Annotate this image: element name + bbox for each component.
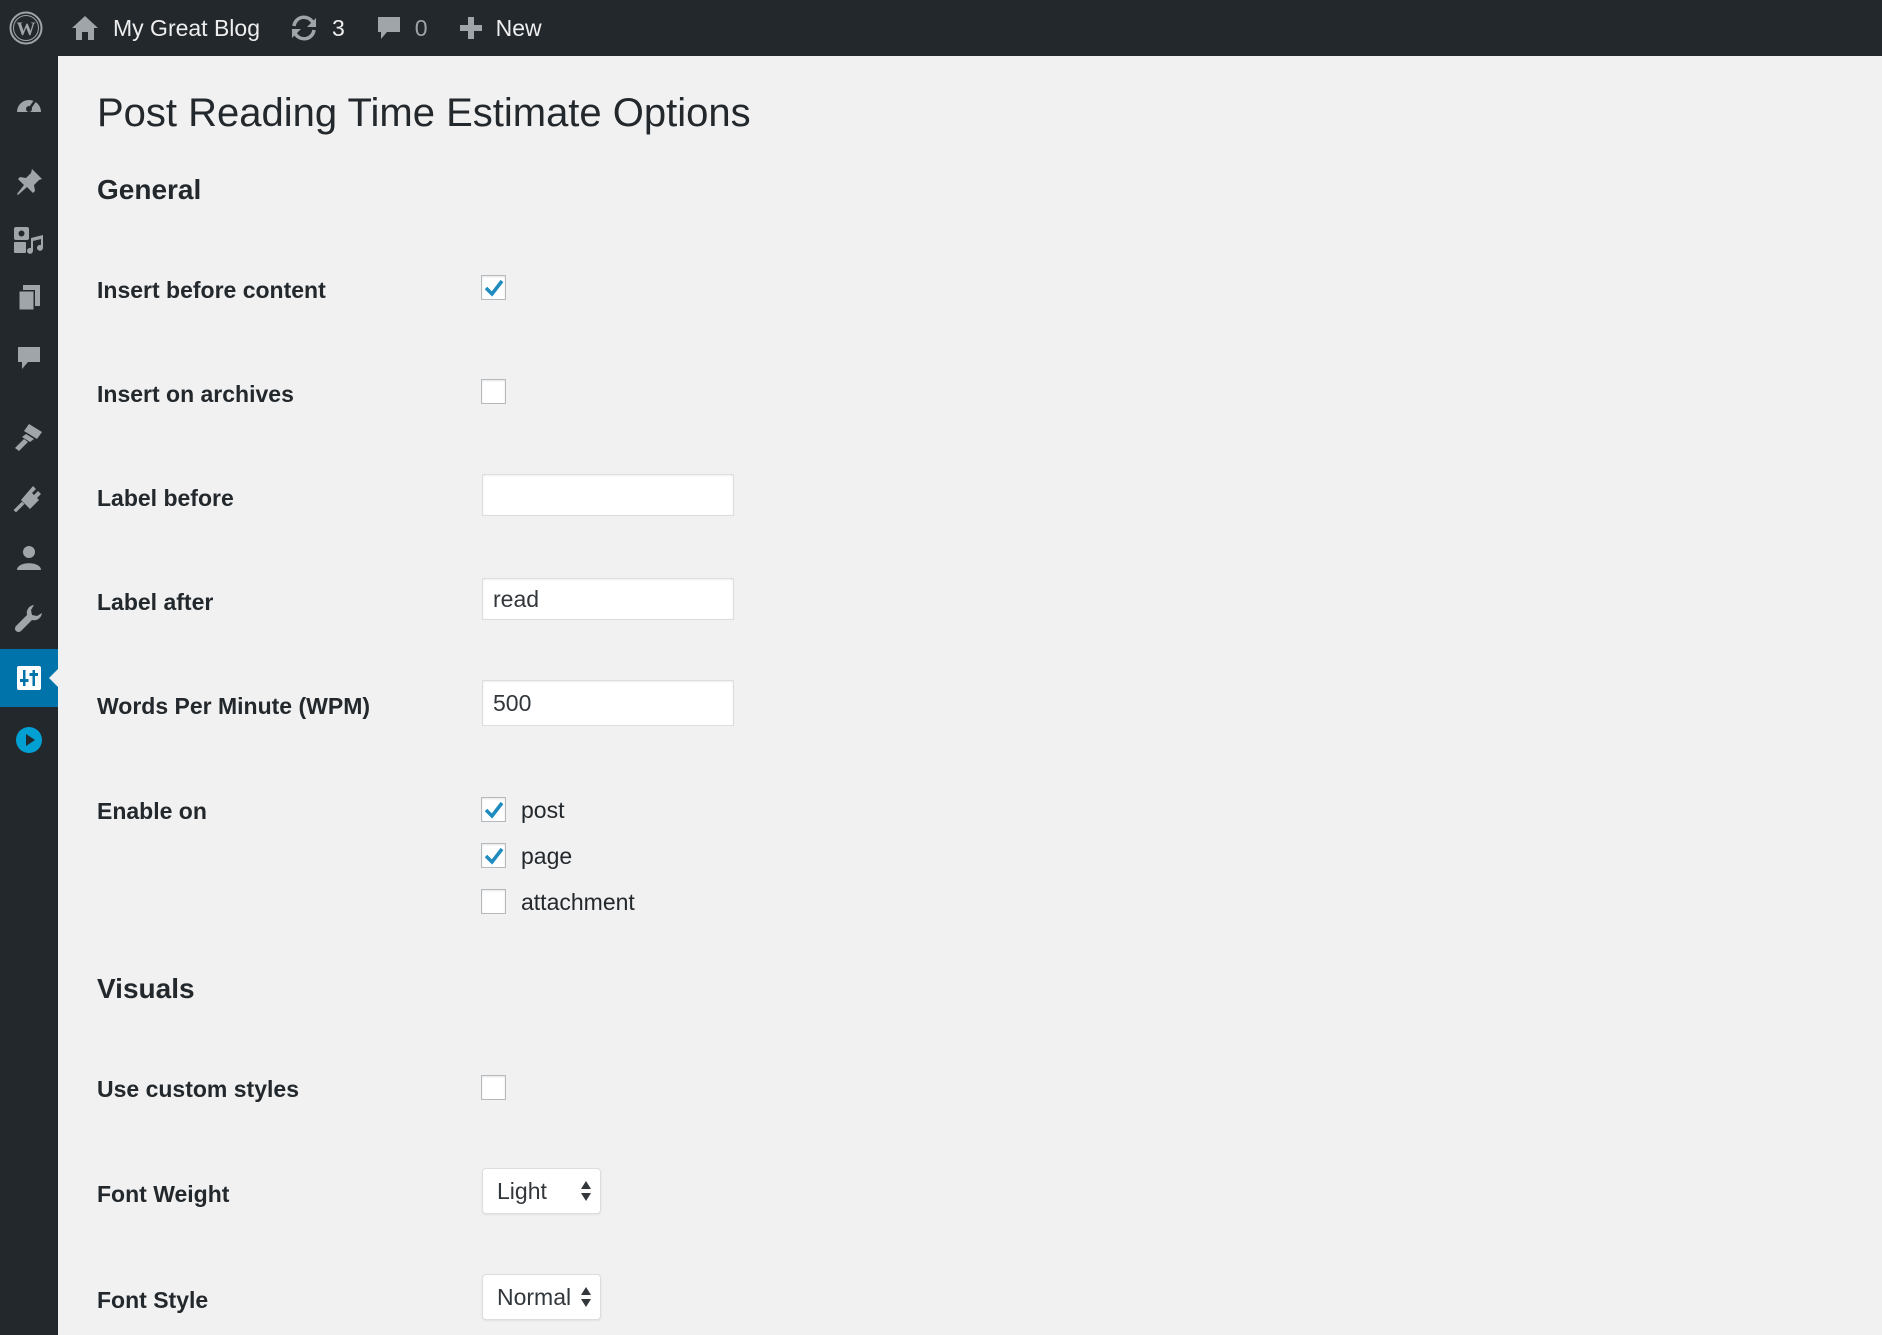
site-name: My Great Blog — [113, 14, 260, 41]
comment-icon — [15, 344, 43, 372]
wordpress-menu[interactable]: W — [0, 0, 52, 56]
font-weight-value: Light — [497, 1177, 547, 1204]
settings-icon — [15, 664, 43, 692]
sidebar-item-tools[interactable] — [0, 589, 58, 647]
comments-link[interactable]: 0 — [375, 0, 428, 56]
admin-sidebar — [0, 56, 58, 1335]
pin-icon — [14, 167, 44, 197]
new-label: New — [495, 14, 542, 41]
pages-icon — [15, 283, 43, 313]
insert-on-archives-checkbox[interactable] — [481, 379, 506, 404]
comments-count: 0 — [414, 14, 428, 41]
font-style-select[interactable]: Normal — [482, 1274, 601, 1320]
play-icon — [14, 725, 44, 755]
label-before-label: Label before — [97, 485, 234, 511]
select-arrows-icon — [580, 1285, 592, 1315]
sidebar-item-users[interactable] — [0, 529, 58, 587]
checkmark-icon — [484, 279, 503, 297]
select-arrows-icon — [580, 1179, 592, 1209]
font-weight-select[interactable]: Light — [482, 1168, 601, 1214]
wpm-input[interactable] — [482, 680, 734, 726]
label-before-input[interactable] — [482, 474, 734, 516]
wrench-icon — [13, 602, 45, 634]
sidebar-item-appearance[interactable] — [0, 408, 58, 466]
font-style-value: Normal — [497, 1283, 572, 1310]
enable-on-label: Enable on — [97, 798, 207, 824]
comments-icon — [375, 14, 403, 42]
sidebar-item-settings[interactable] — [0, 649, 58, 707]
updates-icon — [288, 14, 320, 42]
sidebar-item-comments[interactable] — [0, 329, 58, 387]
user-icon — [14, 543, 44, 573]
section-title-general: General — [97, 174, 202, 205]
wordpress-logo-icon: W — [9, 11, 43, 45]
media-icon — [12, 224, 46, 256]
svg-text:W: W — [17, 19, 36, 40]
updates-count: 3 — [332, 14, 345, 41]
enable-on-post-checkbox[interactable] — [481, 797, 506, 822]
wpm-label: Words Per Minute (WPM) — [97, 693, 371, 719]
admin-bar: W My Great Blog 3 0 New — [0, 0, 1882, 56]
new-content-link[interactable]: New — [458, 0, 542, 56]
updates-link[interactable]: 3 — [288, 0, 345, 56]
sidebar-item-media[interactable] — [0, 211, 58, 269]
enable-on-attachment-checkbox[interactable] — [481, 889, 506, 914]
section-title-visuals: Visuals — [97, 973, 195, 1004]
insert-before-content-checkbox[interactable] — [481, 275, 506, 300]
page-title: Post Reading Time Estimate Options — [97, 91, 751, 135]
enable-on-page-checkbox[interactable] — [481, 843, 506, 868]
enable-on-attachment-label[interactable]: attachment — [521, 889, 635, 916]
label-after-label: Label after — [97, 589, 214, 615]
sidebar-item-pages[interactable] — [0, 269, 58, 327]
insert-before-content-label: Insert before content — [97, 277, 326, 303]
sidebar-item-posts[interactable] — [0, 153, 58, 211]
plugin-icon — [13, 482, 45, 514]
font-style-label: Font Style — [97, 1287, 209, 1313]
brush-icon — [13, 421, 45, 453]
home-icon — [70, 14, 100, 42]
insert-on-archives-label: Insert on archives — [97, 381, 294, 407]
enable-on-post-label[interactable]: post — [521, 797, 564, 824]
plus-icon — [458, 15, 484, 41]
enable-on-page-label[interactable]: page — [521, 843, 572, 870]
label-after-input[interactable] — [482, 578, 734, 620]
font-weight-label: Font Weight — [97, 1181, 230, 1207]
sidebar-item-plugins[interactable] — [0, 469, 58, 527]
sidebar-item-video[interactable] — [0, 711, 58, 769]
checkmark-icon — [484, 801, 503, 819]
checkmark-icon — [484, 847, 503, 865]
use-custom-styles-label: Use custom styles — [97, 1076, 299, 1102]
use-custom-styles-checkbox[interactable] — [481, 1075, 506, 1100]
sidebar-item-dashboard[interactable] — [0, 76, 58, 134]
dashboard-icon — [14, 90, 44, 120]
site-name-link[interactable]: My Great Blog — [70, 0, 260, 56]
